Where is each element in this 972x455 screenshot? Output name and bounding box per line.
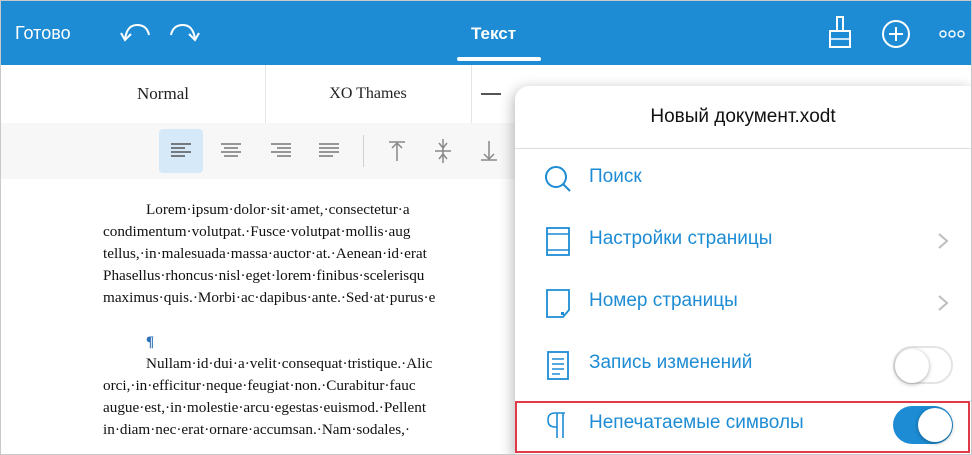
menu-item-label: Настройки страницы [589,228,773,249]
plus-icon[interactable] [881,19,911,49]
text-line: in·diam·nec·erat·ornare·accumsan.·Nam·so… [103,421,410,438]
chevron-right-icon [938,295,949,311]
highlight-frame [515,401,970,453]
align-center-icon[interactable] [209,129,253,173]
valign-middle-icon[interactable] [421,129,465,173]
paragraph-style-button[interactable]: Normal [61,65,266,123]
menu-item-search[interactable]: Поиск [515,148,971,210]
done-button[interactable]: Готово [15,23,71,44]
track-changes-toggle[interactable] [893,346,953,384]
menu-item-page-settings[interactable]: Настройки страницы [515,210,971,272]
undo-icon[interactable] [119,19,153,45]
text-line: Lorem·ipsum·dolor·sit·amet,·consectetur·… [146,201,410,218]
valign-bottom-icon[interactable] [467,129,511,173]
text-line: Nullam·id·dui·a·velit·consequat·tristiqu… [146,355,433,372]
brush-icon[interactable] [827,15,853,49]
search-icon [545,166,571,192]
paragraph-mark: ¶ [146,334,155,350]
valign-top-icon[interactable] [375,129,419,173]
tab-text[interactable]: Текст [471,24,516,44]
popup-title: Новый документ.xodt [515,86,971,149]
page-number-icon [546,289,570,318]
align-justify-icon[interactable] [307,129,351,173]
app-window: Готово Текст Normal XO Thames Lorem·ipsu… [0,0,972,455]
page-settings-icon [546,227,570,256]
divider [363,135,364,167]
menu-item-label: Номер страницы [589,290,738,311]
align-left-icon[interactable] [159,129,203,173]
font-name-button[interactable]: XO Thames [265,65,472,123]
paragraph-2: Nullam·id·dui·a·velit·consequat·tristiqu… [103,353,523,441]
toggle-knob [895,349,929,383]
top-toolbar: Готово Текст [1,1,971,65]
menu-item-label: Поиск [589,166,642,187]
text-line: maximus·quis.·Morbi·ac·dapibus·ante.·Sed… [103,289,436,306]
font-size-decrease-icon[interactable] [481,93,501,95]
text-line: condimentum·volutpat.·Fusce·volutpat·mol… [103,223,411,240]
track-changes-icon [547,351,569,380]
align-right-icon[interactable] [259,129,303,173]
more-menu-popup: Новый документ.xodt Поиск Настройки стра… [515,86,971,454]
more-icon[interactable] [939,29,965,39]
menu-item-label: Запись изменений [589,352,753,373]
active-tab-indicator [457,57,541,61]
text-line: tellus,·in·malesuada·massa·auctor·at.·Ae… [103,245,427,262]
menu-item-track-changes[interactable]: Запись изменений [515,334,971,396]
menu-item-page-number[interactable]: Номер страницы [515,272,971,334]
paragraph-1: Lorem·ipsum·dolor·sit·amet,·consectetur·… [103,199,523,309]
redo-icon[interactable] [167,19,201,45]
text-line: augue·est,·in·molestie·arcu·egestas·euis… [103,399,427,416]
text-line: Phasellus·rhoncus·nisl·eget·lorem·finibu… [103,267,425,284]
chevron-right-icon [938,233,949,249]
text-line: orci,·in·efficitur·neque·feugiat·non.·Cu… [103,377,416,394]
